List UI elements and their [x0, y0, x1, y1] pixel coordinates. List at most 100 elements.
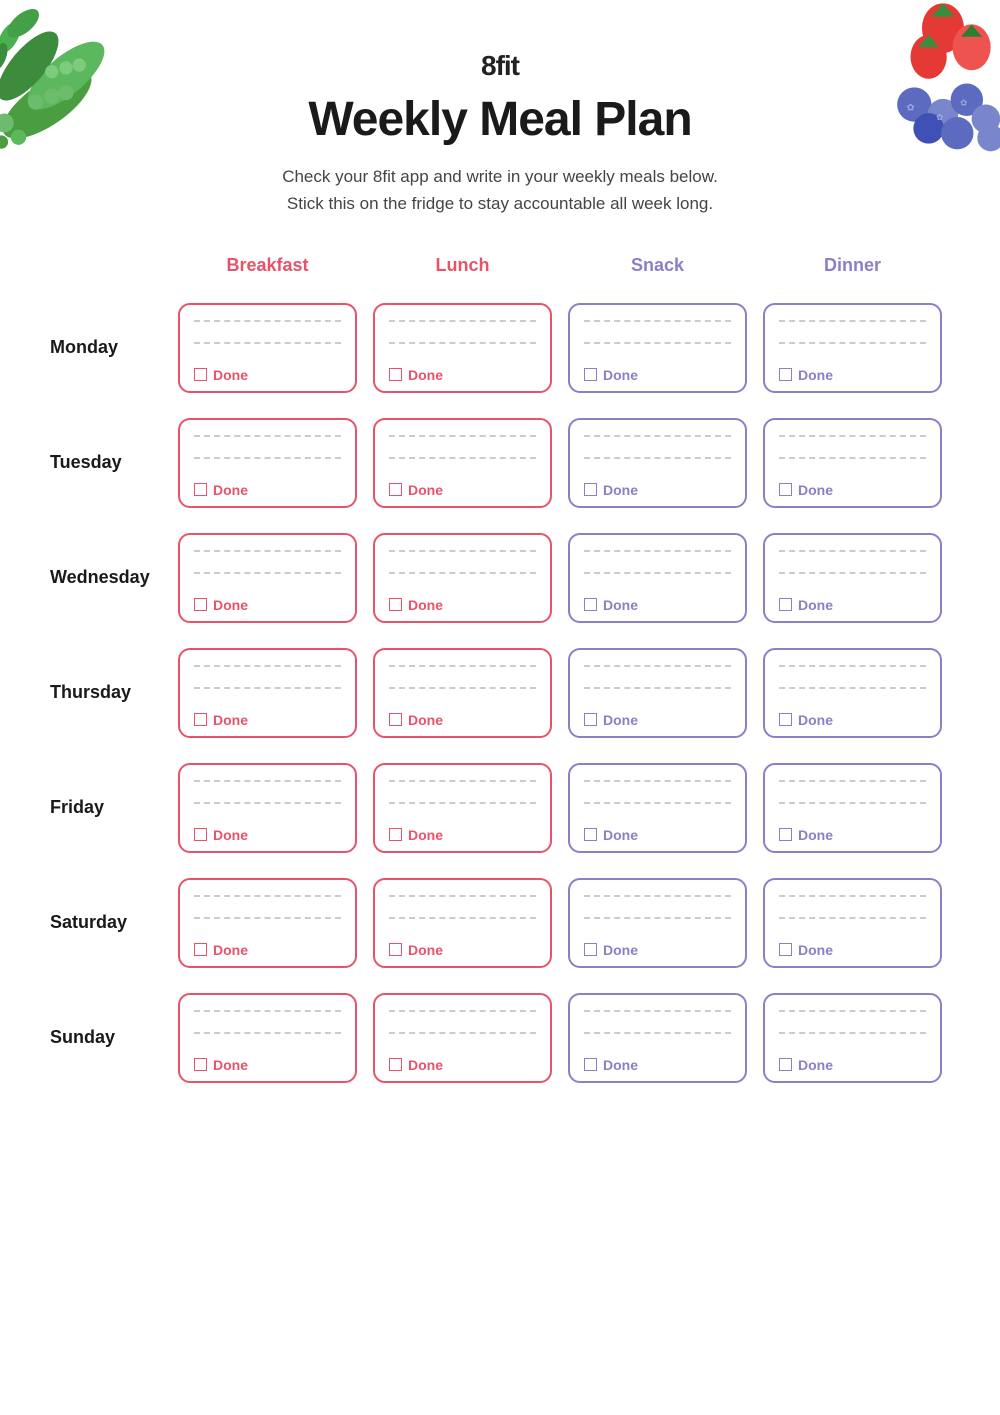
lunch-box-sunday[interactable]: Done — [373, 993, 552, 1083]
dinner-box-sunday[interactable]: Done — [763, 993, 942, 1083]
done-checkbox[interactable] — [779, 943, 792, 956]
snack-box-saturday[interactable]: Done — [568, 878, 747, 968]
done-row[interactable]: Done — [779, 597, 926, 613]
done-row[interactable]: Done — [194, 597, 341, 613]
done-checkbox[interactable] — [194, 713, 207, 726]
done-checkbox[interactable] — [779, 483, 792, 496]
breakfast-box-friday[interactable]: Done — [178, 763, 357, 853]
snack-box-friday[interactable]: Done — [568, 763, 747, 853]
done-row[interactable]: Done — [779, 367, 926, 383]
done-row[interactable]: Done — [194, 827, 341, 843]
done-row[interactable]: Done — [779, 712, 926, 728]
breakfast-box-saturday[interactable]: Done — [178, 878, 357, 968]
done-row[interactable]: Done — [584, 367, 731, 383]
breakfast-box-monday[interactable]: Done — [178, 303, 357, 393]
done-checkbox[interactable] — [389, 943, 402, 956]
done-row[interactable]: Done — [389, 597, 536, 613]
lunch-box-friday[interactable]: Done — [373, 763, 552, 853]
dinner-box-monday[interactable]: Done — [763, 303, 942, 393]
breakfast-box-tuesday[interactable]: Done — [178, 418, 357, 508]
dinner-box-thursday[interactable]: Done — [763, 648, 942, 738]
done-checkbox[interactable] — [389, 368, 402, 381]
dashed-line-1 — [584, 550, 731, 552]
done-checkbox[interactable] — [194, 598, 207, 611]
breakfast-box-sunday[interactable]: Done — [178, 993, 357, 1083]
done-checkbox[interactable] — [194, 1058, 207, 1071]
done-row[interactable]: Done — [584, 827, 731, 843]
done-row[interactable]: Done — [779, 942, 926, 958]
done-checkbox[interactable] — [584, 598, 597, 611]
done-row[interactable]: Done — [194, 712, 341, 728]
done-checkbox[interactable] — [779, 713, 792, 726]
done-checkbox[interactable] — [779, 368, 792, 381]
lunch-cell-wednesday: Done — [365, 520, 560, 635]
lunch-cell-sunday: Done — [365, 980, 560, 1095]
snack-box-wednesday[interactable]: Done — [568, 533, 747, 623]
done-checkbox[interactable] — [779, 598, 792, 611]
done-row[interactable]: Done — [389, 1057, 536, 1073]
done-checkbox[interactable] — [584, 368, 597, 381]
done-label: Done — [798, 942, 833, 958]
done-checkbox[interactable] — [389, 713, 402, 726]
done-label: Done — [798, 1057, 833, 1073]
lunch-box-thursday[interactable]: Done — [373, 648, 552, 738]
day-label-saturday: Saturday — [50, 865, 170, 980]
done-row[interactable]: Done — [584, 942, 731, 958]
dashed-line-2 — [779, 457, 926, 459]
done-checkbox[interactable] — [584, 828, 597, 841]
breakfast-box-thursday[interactable]: Done — [178, 648, 357, 738]
done-row[interactable]: Done — [194, 482, 341, 498]
snack-box-tuesday[interactable]: Done — [568, 418, 747, 508]
done-checkbox[interactable] — [584, 943, 597, 956]
done-checkbox[interactable] — [194, 483, 207, 496]
done-row[interactable]: Done — [584, 1057, 731, 1073]
done-row[interactable]: Done — [194, 367, 341, 383]
snack-cell-sunday: Done — [560, 980, 755, 1095]
done-row[interactable]: Done — [779, 482, 926, 498]
done-row[interactable]: Done — [194, 942, 341, 958]
done-row[interactable]: Done — [389, 942, 536, 958]
done-checkbox[interactable] — [389, 1058, 402, 1071]
meal-row: MondayDoneDoneDoneDone — [50, 290, 950, 405]
lunch-box-tuesday[interactable]: Done — [373, 418, 552, 508]
snack-box-monday[interactable]: Done — [568, 303, 747, 393]
dinner-box-friday[interactable]: Done — [763, 763, 942, 853]
done-row[interactable]: Done — [584, 712, 731, 728]
dinner-box-tuesday[interactable]: Done — [763, 418, 942, 508]
dashed-line-1 — [584, 435, 731, 437]
done-checkbox[interactable] — [389, 598, 402, 611]
breakfast-box-wednesday[interactable]: Done — [178, 533, 357, 623]
done-checkbox[interactable] — [779, 1058, 792, 1071]
done-row[interactable]: Done — [584, 482, 731, 498]
breakfast-cell-sunday: Done — [170, 980, 365, 1095]
snack-box-sunday[interactable]: Done — [568, 993, 747, 1083]
done-checkbox[interactable] — [194, 368, 207, 381]
dinner-box-saturday[interactable]: Done — [763, 878, 942, 968]
done-row[interactable]: Done — [389, 367, 536, 383]
breakfast-cell-thursday: Done — [170, 635, 365, 750]
breakfast-cell-friday: Done — [170, 750, 365, 865]
done-checkbox[interactable] — [584, 483, 597, 496]
done-checkbox[interactable] — [389, 828, 402, 841]
done-row[interactable]: Done — [584, 597, 731, 613]
done-row[interactable]: Done — [389, 482, 536, 498]
done-checkbox[interactable] — [194, 828, 207, 841]
done-checkbox[interactable] — [584, 713, 597, 726]
lunch-box-monday[interactable]: Done — [373, 303, 552, 393]
done-checkbox[interactable] — [194, 943, 207, 956]
done-row[interactable]: Done — [194, 1057, 341, 1073]
done-row[interactable]: Done — [389, 827, 536, 843]
dinner-box-wednesday[interactable]: Done — [763, 533, 942, 623]
snack-box-thursday[interactable]: Done — [568, 648, 747, 738]
done-checkbox[interactable] — [779, 828, 792, 841]
done-checkbox[interactable] — [389, 483, 402, 496]
lunch-box-wednesday[interactable]: Done — [373, 533, 552, 623]
done-row[interactable]: Done — [779, 1057, 926, 1073]
done-row[interactable]: Done — [779, 827, 926, 843]
lunch-box-saturday[interactable]: Done — [373, 878, 552, 968]
meal-row: Saturday Done Done Done Done — [50, 865, 950, 980]
dashed-line-1 — [779, 435, 926, 437]
done-row[interactable]: Done — [389, 712, 536, 728]
done-checkbox[interactable] — [584, 1058, 597, 1071]
breakfast-cell-tuesday: Done — [170, 405, 365, 520]
